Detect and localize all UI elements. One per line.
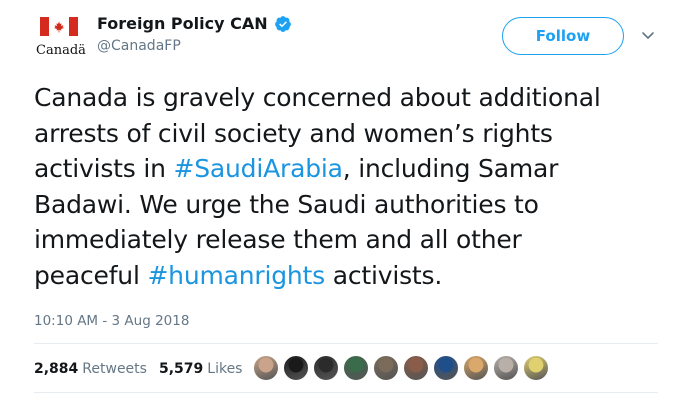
retweets-stat[interactable]: 2,884 Retweets (34, 361, 147, 377)
verified-badge-icon (274, 15, 291, 32)
liker-avatars (253, 355, 549, 381)
divider (34, 392, 658, 393)
tweet-text-segment: arrests of civil society and women’s rig… (34, 118, 553, 148)
tweet-stats: 2,884 Retweets 5,579 Likes (34, 361, 242, 377)
tweet-header: Canadä Foreign Policy CAN @CanadaFP Foll… (0, 0, 700, 76)
canada-wordmark: Canadä (36, 43, 86, 58)
liker-avatar[interactable] (523, 355, 549, 381)
display-name[interactable]: Foreign Policy CAN (97, 14, 268, 33)
likes-stat[interactable]: 5,579 Likes (159, 361, 243, 377)
canada-flag-icon[interactable]: Canadä (36, 17, 86, 59)
hashtag-link[interactable]: #SaudiArabia (174, 154, 343, 183)
hashtag-link[interactable]: #humanrights (147, 261, 325, 290)
liker-avatar[interactable] (433, 355, 459, 381)
tweet-text-segment: activists in (34, 154, 174, 184)
tweet-text-line: Canada is gravely concerned about additi… (34, 80, 684, 116)
tweet-text-segment: activists. (324, 260, 443, 290)
divider (34, 343, 658, 344)
liker-avatar[interactable] (493, 355, 519, 381)
likes-label: Likes (207, 361, 243, 377)
tweet-text-segment: immediately release them and all other (34, 225, 522, 255)
follow-button[interactable]: Follow (502, 17, 624, 55)
tweet-text-line: immediately release them and all other (34, 222, 684, 258)
liker-avatar[interactable] (283, 355, 309, 381)
tweet-text-segment: peaceful (34, 260, 148, 290)
maple-leaf-icon (54, 21, 64, 32)
tweet-text-segment: , including Samar (342, 154, 559, 184)
liker-avatar[interactable] (373, 355, 399, 381)
liker-avatar[interactable] (403, 355, 429, 381)
account-identity: Foreign Policy CAN @CanadaFP (97, 14, 292, 54)
chevron-down-icon[interactable] (640, 27, 656, 43)
tweet-text: Canada is gravely concerned about additi… (34, 80, 684, 294)
tweet-text-segment: Badawi. We urge the Saudi authorities to (34, 189, 539, 219)
tweet-text-line: peaceful #humanrights activists. (34, 258, 684, 294)
liker-avatar[interactable] (313, 355, 339, 381)
liker-avatar[interactable] (343, 355, 369, 381)
liker-avatar[interactable] (463, 355, 489, 381)
display-name-row[interactable]: Foreign Policy CAN (97, 14, 292, 33)
liker-avatar[interactable] (253, 355, 279, 381)
tweet-text-line: arrests of civil society and women’s rig… (34, 116, 684, 152)
tweet-timestamp[interactable]: 10:10 AM - 3 Aug 2018 (34, 313, 189, 329)
account-handle[interactable]: @CanadaFP (97, 38, 292, 54)
tweet-text-line: activists in #SaudiArabia, including Sam… (34, 151, 684, 187)
tweet-text-line: Badawi. We urge the Saudi authorities to (34, 187, 684, 223)
retweets-label: Retweets (82, 361, 147, 377)
retweets-count: 2,884 (34, 361, 79, 377)
tweet-text-segment: Canada is gravely concerned about additi… (34, 83, 601, 112)
flag-graphic (40, 17, 78, 36)
likes-count: 5,579 (158, 361, 204, 377)
